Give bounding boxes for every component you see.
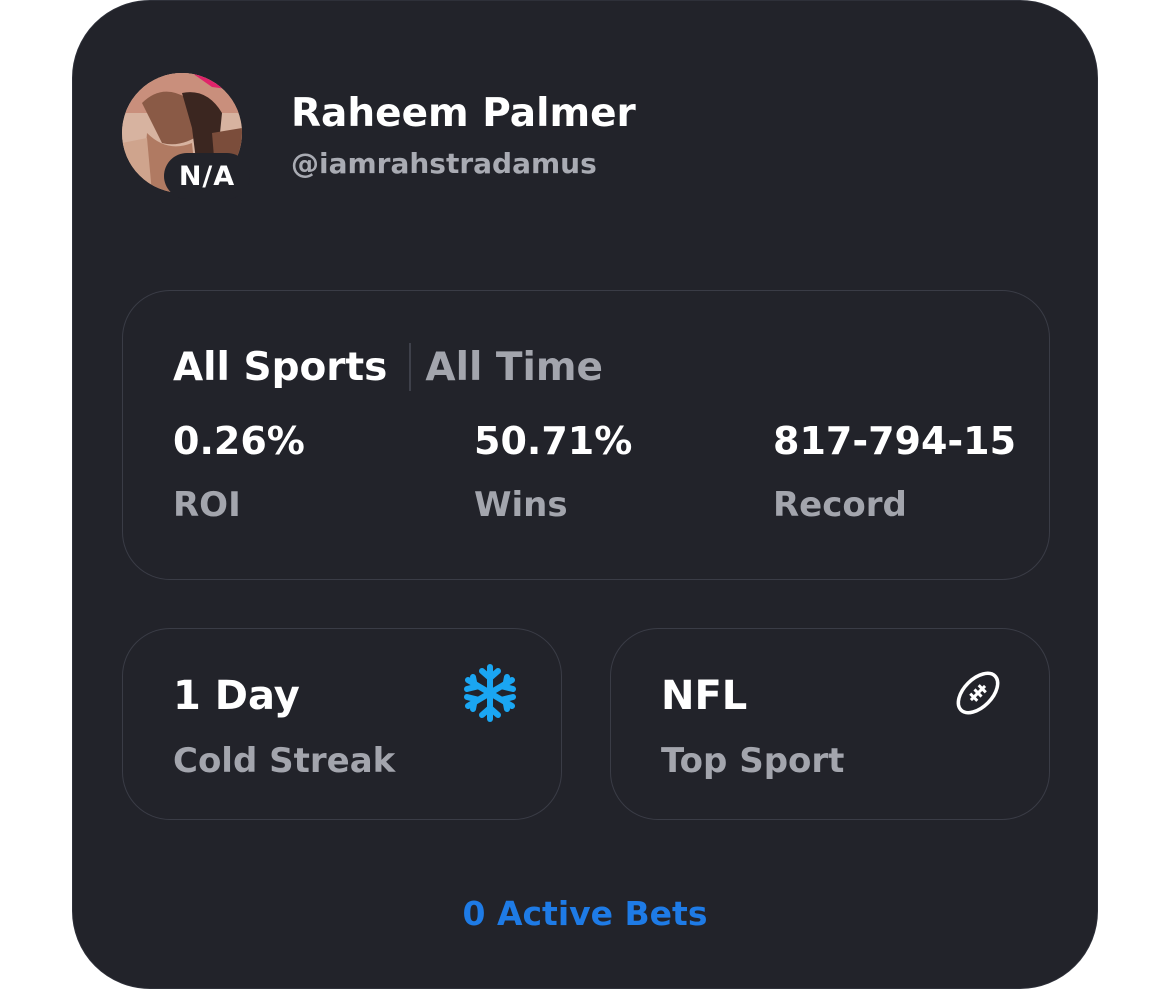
sport-filter[interactable]: All Sports <box>173 345 387 390</box>
top-sport-tile[interactable]: NFL Top Sport <box>610 628 1050 820</box>
filter-divider <box>409 343 412 391</box>
stat-roi: 0.26% ROI <box>173 419 305 525</box>
record-label: Record <box>773 485 907 525</box>
streak-value: 1 Day <box>173 673 300 719</box>
roi-label: ROI <box>173 485 241 525</box>
profile-card: N/A Raheem Palmer @iamrahstradamus All S… <box>72 0 1098 989</box>
roi-value: 0.26% <box>173 419 305 463</box>
record-value: 817-794-15 <box>773 419 1017 463</box>
rank-badge: N/A <box>164 153 250 199</box>
wins-value: 50.71% <box>474 419 633 463</box>
user-name: Raheem Palmer <box>291 91 636 136</box>
streak-tile[interactable]: 1 Day Cold Streak <box>122 628 562 820</box>
top-sport-value: NFL <box>661 673 748 719</box>
streak-label: Cold Streak <box>173 741 396 781</box>
stats-panel: All Sports All Time 0.26% ROI 50.71% Win… <box>122 290 1050 580</box>
snowflake-icon <box>464 664 516 722</box>
active-bets-link[interactable]: 0 Active Bets <box>73 894 1097 933</box>
wins-label: Wins <box>474 485 568 525</box>
user-handle: @iamrahstradamus <box>291 147 597 180</box>
time-filter[interactable]: All Time <box>425 345 603 390</box>
stat-record: 817-794-15 Record <box>773 419 1016 525</box>
stats-filter-row: All Sports All Time <box>173 343 603 391</box>
stat-wins: 50.71% Wins <box>474 419 632 525</box>
avatar-group[interactable]: N/A <box>122 73 250 199</box>
top-sport-label: Top Sport <box>661 741 845 781</box>
football-icon <box>956 671 1000 715</box>
